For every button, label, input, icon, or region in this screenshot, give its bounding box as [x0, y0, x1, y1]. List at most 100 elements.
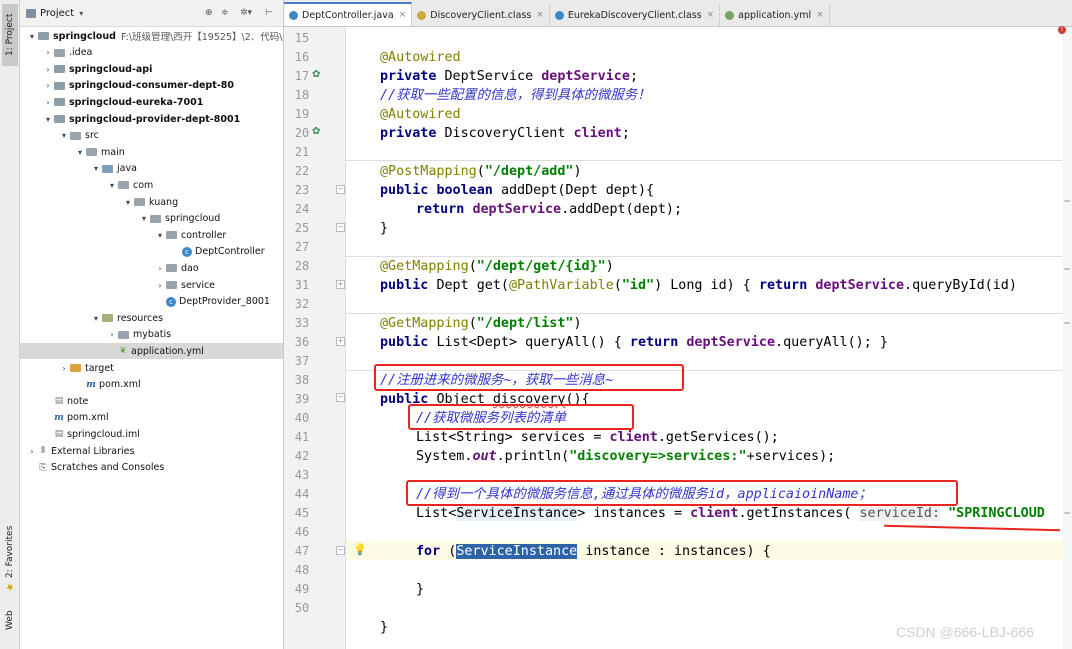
chevron-icon[interactable]: ▾ [106, 181, 118, 190]
chevron-icon[interactable]: ▾ [90, 164, 102, 173]
keyword: return [416, 202, 465, 217]
close-icon[interactable]: × [536, 10, 544, 20]
tree-item[interactable]: › springcloud-consumer-dept-80 [20, 78, 234, 94]
maven-icon: m [54, 412, 64, 423]
tree-item[interactable]: › .idea [20, 45, 92, 61]
tree-item-label: src [85, 130, 99, 142]
close-icon[interactable]: × [399, 10, 407, 20]
tree-item[interactable]: c DeptController [20, 244, 265, 260]
chevron-icon[interactable]: › [42, 98, 54, 107]
close-icon[interactable]: × [707, 10, 715, 20]
annotation: @PathVariable [509, 278, 614, 293]
line-number: 32 [294, 297, 310, 311]
chevron-icon[interactable]: › [154, 264, 166, 273]
tree-item-label: pom.xml [67, 412, 109, 424]
fold-icon[interactable]: − [336, 393, 345, 402]
tree-item[interactable]: ▾ resources [20, 310, 163, 326]
tree-item[interactable]: m pom.xml [20, 377, 141, 393]
tree-item[interactable]: › target [20, 360, 114, 376]
tree-item[interactable]: ▾ src [20, 128, 99, 144]
chevron-icon[interactable]: ▾ [122, 198, 134, 207]
scratch-icon: ⎘ [39, 462, 47, 473]
chevron-down-icon[interactable]: ▾ [79, 9, 83, 18]
tree-item[interactable]: c DeptProvider_8001 [20, 294, 270, 310]
chevron-icon[interactable]: › [42, 65, 54, 74]
selected-text[interactable]: ServiceInstance [456, 544, 578, 559]
chevron-icon[interactable]: ▾ [90, 314, 102, 323]
fold-icon[interactable]: − [336, 546, 345, 555]
tree-item[interactable]: › dao [20, 260, 198, 276]
error-indicator-icon[interactable]: ! [1058, 26, 1066, 34]
tree-item[interactable]: › service [20, 277, 215, 293]
collapse-icon[interactable]: ≑ [221, 8, 229, 18]
file-type-icon [554, 10, 564, 20]
tree-item[interactable]: ▾ main [20, 144, 125, 160]
folder-icon [54, 115, 65, 123]
editor-tab[interactable]: DiscoveryClient.class × [412, 4, 550, 26]
tree-item[interactable]: ⎘ Scratches and Consoles [20, 460, 164, 476]
tree-item[interactable]: ▾ springcloud [20, 211, 220, 227]
fold-icon[interactable]: + [336, 337, 345, 346]
web-tool-tab[interactable]: Web [2, 600, 18, 640]
tree-item[interactable]: › mybatis [20, 327, 171, 343]
tree-item[interactable]: ▤ note [20, 393, 89, 409]
chevron-icon[interactable]: ▾ [42, 115, 54, 124]
editor-tab[interactable]: EurekaDiscoveryClient.class × [550, 4, 721, 26]
tool-window-strip: 1: Project ★ 2: Favorites Web [0, 0, 20, 649]
annotation: @GetMapping [380, 316, 469, 331]
tree-item[interactable]: ▾ springcloud F:\班级管理\西开【19525】\2、代码\sp [20, 28, 283, 44]
tree-item[interactable]: ▾ springcloud-provider-dept-8001 [20, 111, 240, 127]
chevron-icon[interactable]: ▾ [58, 131, 70, 140]
lightbulb-icon[interactable]: 💡 [353, 543, 367, 556]
tree-item[interactable]: › ⫴ External Libraries [20, 443, 134, 459]
type: ServiceInstance [456, 506, 578, 521]
hide-icon[interactable]: ⊢ [265, 8, 273, 18]
chevron-icon[interactable]: ▾ [154, 231, 166, 240]
file-type-icon [417, 10, 427, 20]
editor-tab-label: DiscoveryClient.class [430, 9, 532, 21]
chevron-icon[interactable]: › [26, 447, 38, 456]
tree-item[interactable]: ▾ java [20, 161, 137, 177]
close-icon[interactable]: × [816, 10, 824, 20]
editor-tab[interactable]: DeptController.java × [284, 2, 413, 26]
chevron-icon[interactable]: › [42, 81, 54, 90]
chevron-icon[interactable]: › [42, 48, 54, 57]
tree-item[interactable]: ▤ springcloud.iml [20, 426, 140, 442]
fold-icon[interactable]: − [336, 223, 345, 232]
line-number: 19 [294, 107, 310, 121]
chevron-icon[interactable]: › [106, 330, 118, 339]
code-line: return deptService.addDept(dept); [416, 200, 682, 219]
tree-item[interactable]: m pom.xml [20, 410, 109, 426]
chevron-icon[interactable]: › [154, 281, 166, 290]
tree-item[interactable]: › springcloud-eureka-7001 [20, 94, 203, 110]
chevron-icon[interactable]: › [58, 364, 70, 373]
editor-tab[interactable]: application.yml × [720, 4, 830, 26]
bean-icon[interactable]: ✿ [312, 126, 320, 137]
tree-item[interactable]: ▾ controller [20, 227, 226, 243]
editor-scrollbar[interactable] [1062, 27, 1072, 649]
line-number: 46 [294, 525, 310, 539]
code-line: } [416, 580, 424, 599]
chevron-icon[interactable]: ▾ [74, 148, 86, 157]
project-panel-title[interactable]: Project [40, 8, 74, 19]
line-number: 49 [294, 582, 310, 596]
favorites-tool-tab[interactable]: ★ 2: Favorites [2, 526, 18, 592]
fold-icon[interactable]: − [336, 185, 345, 194]
tree-item-label: note [67, 395, 89, 407]
gear-icon[interactable]: ✲▾ [240, 8, 252, 18]
chevron-icon[interactable]: ▾ [26, 32, 38, 41]
statement: List< [416, 506, 457, 521]
keyword: public [380, 335, 429, 350]
bean-icon[interactable]: ✿ [312, 69, 320, 80]
line-number: 31 [294, 278, 310, 292]
tree-item-label: pom.xml [99, 379, 141, 391]
tree-item[interactable]: ❦ application.yml [20, 343, 283, 360]
tree-item[interactable]: ▾ com [20, 177, 153, 193]
locate-icon[interactable]: ⊕ [205, 8, 213, 18]
project-tool-tab[interactable]: 1: Project [2, 4, 18, 66]
tree-item[interactable]: › springcloud-api [20, 61, 152, 77]
chevron-icon[interactable]: ▾ [138, 214, 150, 223]
tree-item[interactable]: ▾ kuang [20, 194, 178, 210]
fold-icon[interactable]: + [336, 280, 345, 289]
tree-item-label: springcloud-eureka-7001 [69, 96, 204, 108]
